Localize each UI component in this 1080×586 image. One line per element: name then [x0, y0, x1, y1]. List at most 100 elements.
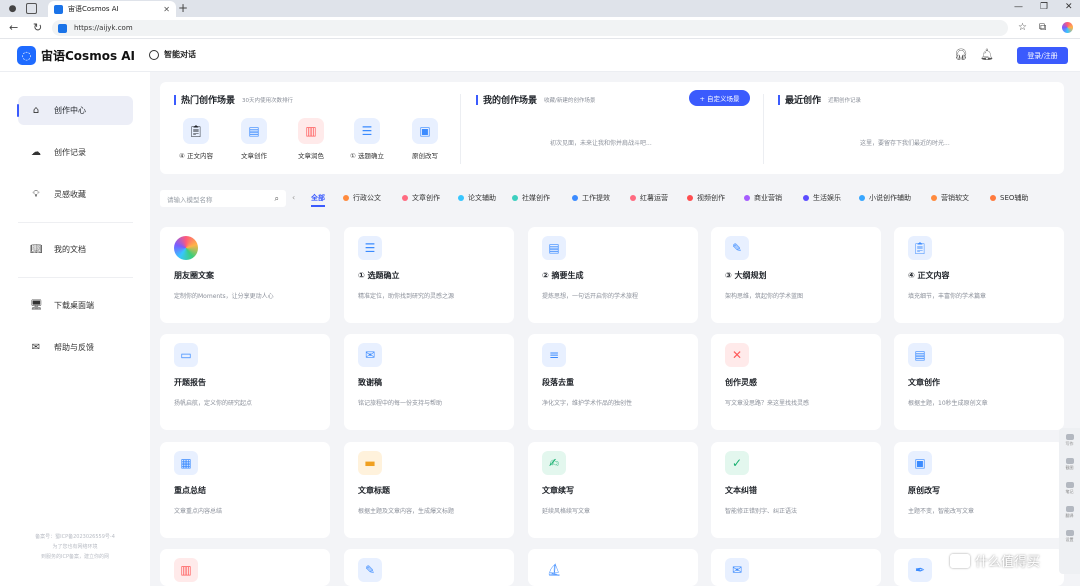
toolbar-item-translate[interactable]: 翻译: [1063, 506, 1076, 519]
scene-card[interactable]: ▣原创改写主题不变，智能改写文章: [894, 442, 1064, 538]
search-placeholder: 请输入模型名称: [167, 194, 213, 204]
hot-item[interactable]: 📋︎ ④ 正文内容: [174, 118, 218, 160]
chevron-left-icon[interactable]: ‹: [292, 193, 295, 202]
close-icon[interactable]: ✕: [163, 5, 170, 14]
sidebar-item-download[interactable]: 🖥︎ 下载桌面端: [18, 291, 133, 320]
recent-title: 最近创作近期创作记录: [778, 93, 861, 106]
back-icon[interactable]: ←: [9, 21, 18, 34]
custom-scene-button[interactable]: + 自定义场景: [689, 90, 750, 106]
search-icon[interactable]: ⌕: [275, 194, 279, 204]
filter-bar: 请输入模型名称 ⌕ ‹ 全部 行政公文 文章创作 论文辅助 社媒创作 工作提效 红薯运营 视频…: [160, 188, 1064, 208]
category-tab[interactable]: 红薯运营: [630, 193, 668, 203]
scene-card[interactable]: ▤② 摘要生成提炼思想，一句话开启你的学术旅程: [528, 227, 698, 323]
recent-empty: 这里，要留存下我们最近的时光...: [860, 138, 950, 147]
category-label: 视频创作: [697, 193, 725, 203]
category-tab[interactable]: 视频创作: [687, 193, 725, 203]
profile-icon[interactable]: ●: [7, 3, 18, 14]
scene-card[interactable]: 朋友圈文案定制你的Moments，让分享更动人心: [160, 227, 330, 323]
tab-actions-icon[interactable]: [26, 3, 37, 14]
category-tab[interactable]: 文章创作: [402, 193, 440, 203]
category-tab[interactable]: 小说创作辅助: [859, 193, 911, 203]
headset-icon[interactable]: 🎧︎: [954, 49, 968, 61]
category-dot-icon: [859, 195, 865, 201]
toolbar-item-screenshot[interactable]: 截图: [1063, 458, 1076, 471]
sidebar-item-creation-center[interactable]: ⌂ 创作中心: [18, 96, 133, 125]
scene-card[interactable]: ▦重点总结文章重点内容总结: [160, 442, 330, 538]
scene-card[interactable]: ✕创作灵感写文章没思路？来这里找找灵感: [711, 334, 881, 430]
footer-line: 备案号：蜀ICP备2023026559号-4: [14, 532, 136, 542]
toolbar-item-write[interactable]: 写作: [1063, 434, 1076, 447]
card-title: 段落去重: [542, 377, 574, 388]
minimize-icon[interactable]: —: [1014, 2, 1023, 12]
thanks-icon: ✉: [358, 343, 382, 367]
scene-card[interactable]: ▤文章创作根据主题，10秒生成原创文章: [894, 334, 1064, 430]
toolbar-item-notes[interactable]: 笔记: [1063, 482, 1076, 495]
sidebar-item-help[interactable]: ✉ 帮助与反馈: [18, 333, 133, 362]
sidebar-item-label: 帮助与反馈: [54, 342, 94, 353]
card-desc: 提炼思想，一句话开启你的学术旅程: [542, 291, 638, 300]
category-tab[interactable]: 工作提效: [572, 193, 610, 203]
category-label: 文章创作: [412, 193, 440, 203]
category-tab[interactable]: 全部: [311, 193, 325, 203]
category-tab[interactable]: 行政公文: [343, 193, 381, 203]
pen-icon: ✒: [908, 558, 932, 582]
scene-card[interactable]: ▥: [160, 549, 330, 586]
category-tab[interactable]: 社媒创作: [512, 193, 550, 203]
my-scenes-empty: 初次见面，未来让我和你并肩战斗吧...: [550, 138, 652, 147]
hot-scenes-title: 热门创作场景30天内使用次数排行: [174, 93, 293, 106]
category-label: 小说创作辅助: [869, 193, 911, 203]
card-title: ① 选题确立: [358, 270, 400, 281]
scene-card[interactable]: ☰① 选题确立精准定位，助你找到研究的灵感之源: [344, 227, 514, 323]
url-input[interactable]: https://aijyk.com: [52, 20, 1008, 36]
sidebar-item-records[interactable]: ☁ 创作记录: [18, 138, 133, 167]
toolbar-item-settings[interactable]: 设置: [1063, 530, 1076, 543]
card-desc: 精准定位，助你找到研究的灵感之源: [358, 291, 454, 300]
category-tab[interactable]: 商业营销: [744, 193, 782, 203]
category-tab[interactable]: 营销软文: [931, 193, 969, 203]
browser-tab-active[interactable]: 宙语Cosmos AI ✕: [48, 1, 176, 17]
check-icon: ✓: [725, 451, 749, 475]
scene-card[interactable]: ✉致谢稿铭记旅程中的每一份支持与帮助: [344, 334, 514, 430]
plus-icon[interactable]: +: [178, 1, 188, 15]
card-desc: 架构思维，筑起你的学术蓝图: [725, 291, 803, 300]
hot-item[interactable]: ▥ 文章润色: [289, 118, 333, 160]
smart-chat-link[interactable]: 智能对话: [149, 49, 196, 60]
hot-item[interactable]: ▤ 文章创作: [232, 118, 276, 160]
collections-icon[interactable]: ⧉: [1039, 21, 1046, 34]
logo[interactable]: ◌ 宙语Cosmos AI: [17, 46, 135, 65]
close-window-icon[interactable]: ✕: [1065, 2, 1073, 12]
scene-card[interactable]: 📋︎④ 正文内容填充细节，丰富你的学术篇章: [894, 227, 1064, 323]
bell-icon[interactable]: 🔔︎: [980, 49, 994, 61]
login-button[interactable]: 登录/注册: [1017, 47, 1068, 64]
category-dot-icon: [512, 195, 518, 201]
category-tab[interactable]: 论文辅助: [458, 193, 496, 203]
copilot-icon[interactable]: [1062, 22, 1073, 33]
scene-card[interactable]: ▬文章标题根据主题及文章内容，生成爆文标题: [344, 442, 514, 538]
scene-card[interactable]: ▭开题报告扬帆启航，定义你的研究起点: [160, 334, 330, 430]
scene-card[interactable]: ✓文本纠错智能修正错别字、纠正语法: [711, 442, 881, 538]
card-title: 致谢稿: [358, 377, 382, 388]
footer-line: 为了您也有网络环境: [14, 542, 136, 552]
scene-card[interactable]: ✉: [711, 549, 881, 586]
model-search-input[interactable]: 请输入模型名称 ⌕: [160, 190, 286, 207]
polish-icon: ▥: [174, 558, 198, 582]
scene-card[interactable]: ⛵︎: [528, 549, 698, 586]
favorites-star-icon[interactable]: ☆: [1018, 21, 1027, 34]
restore-icon[interactable]: ❐: [1040, 2, 1048, 12]
category-tab[interactable]: SEO辅助: [990, 193, 1028, 203]
hot-item[interactable]: ☰ ① 选题确立: [345, 118, 389, 160]
my-scenes-title: 我的创作场景收藏/新建的创作场景: [476, 93, 595, 106]
refresh-icon[interactable]: ↻: [33, 21, 42, 34]
scene-card[interactable]: ✎③ 大纲规划架构思维，筑起你的学术蓝图: [711, 227, 881, 323]
scene-card[interactable]: ≡段落去重净化文字，维护学术作品的独创性: [528, 334, 698, 430]
scene-card[interactable]: ✍文章续写延续风格续写文章: [528, 442, 698, 538]
sidebar-item-inspiration[interactable]: 💡︎ 灵感收藏: [18, 180, 133, 209]
site-info-icon[interactable]: [58, 24, 67, 33]
hot-item[interactable]: ▣ 原创改写: [403, 118, 447, 160]
scene-card[interactable]: ✎: [344, 549, 514, 586]
category-dot-icon: [744, 195, 750, 201]
card-title: 文章续写: [542, 485, 574, 496]
category-tab[interactable]: 生活娱乐: [803, 193, 841, 203]
sidebar-item-documents[interactable]: 📖︎ 我的文档: [18, 235, 133, 264]
card-desc: 写文章没思路？来这里找找灵感: [725, 398, 809, 407]
